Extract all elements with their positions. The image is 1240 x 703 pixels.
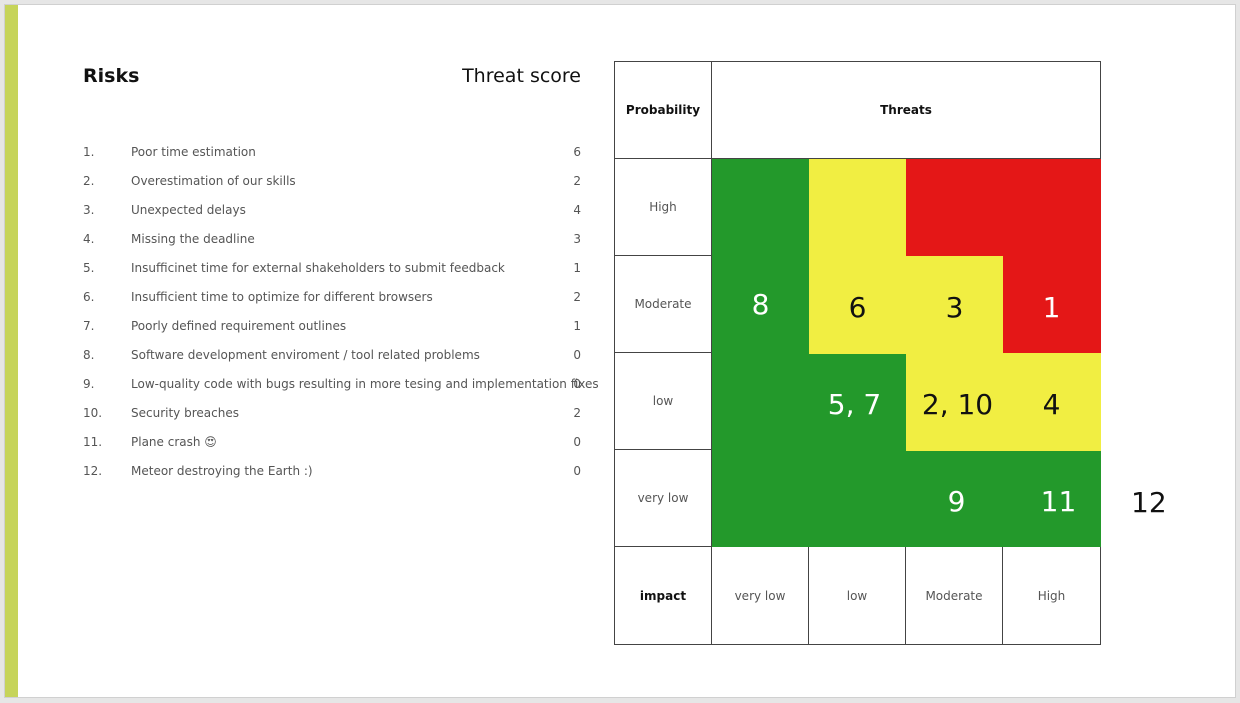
- cell-number: 11: [1040, 485, 1077, 518]
- risks-heading: Risks: [83, 65, 140, 87]
- risk-label: Software development enviroment / tool r…: [131, 348, 480, 362]
- cell-number: 9: [947, 485, 966, 518]
- risk-number: 3.: [83, 203, 95, 217]
- risk-score: 2: [573, 290, 581, 304]
- cell-number: 8: [751, 288, 770, 321]
- risk-label: Overestimation of our skills: [131, 174, 296, 188]
- risk-label: Poorly defined requirement outlines: [131, 319, 347, 333]
- risk-number: 5.: [83, 261, 95, 275]
- risk-label: Poor time estimation: [131, 145, 256, 159]
- risk-number: 2.: [83, 174, 95, 188]
- slide: Risks Threat score 1. Poor time estimati…: [4, 4, 1236, 698]
- probability-very-low: very low: [614, 449, 712, 547]
- risk-label: Missing the deadline: [131, 232, 255, 246]
- risk-row: 9. Low-quality code with bugs resulting …: [83, 377, 599, 397]
- risk-score: 2: [573, 406, 581, 420]
- risk-number: 7.: [83, 319, 95, 333]
- risk-score: 0: [573, 435, 581, 449]
- cell-number: 1: [1042, 291, 1061, 324]
- risk-score: 1: [573, 261, 581, 275]
- risk-score: 0: [573, 464, 581, 478]
- impact-header: impact: [614, 546, 712, 645]
- impact-low: low: [808, 546, 906, 645]
- red-zone: [906, 159, 1101, 256]
- threat-score-heading: Threat score: [462, 65, 581, 87]
- risk-score: 1: [573, 319, 581, 333]
- risk-score: 2: [573, 174, 581, 188]
- probability-moderate: Moderate: [614, 255, 712, 353]
- risk-row: 4. Missing the deadline 3: [83, 232, 583, 252]
- risk-number: 1.: [83, 145, 95, 159]
- risk-matrix: Probability Threats High Moderate low ve…: [614, 61, 1101, 645]
- risk-number: 9.: [83, 377, 95, 391]
- cell-number: 6: [848, 291, 867, 324]
- risk-row: 11. Plane crash 😍 0: [83, 435, 583, 455]
- risk-number: 4.: [83, 232, 95, 246]
- risk-label: Meteor destroying the Earth :): [131, 464, 313, 478]
- risk-row: 12. Meteor destroying the Earth :) 0: [83, 464, 583, 484]
- risk-number: 11.: [83, 435, 103, 449]
- risk-score: 4: [573, 203, 581, 217]
- risk-number: 6.: [83, 290, 95, 304]
- risk-row: 10. Security breaches 2: [83, 406, 583, 426]
- risk-row: 2. Overestimation of our skills 2: [83, 174, 583, 194]
- risk-number: 12.: [83, 464, 103, 478]
- threats-header: Threats: [711, 61, 1101, 159]
- outside-risk-number: 12: [1131, 486, 1167, 519]
- risk-score: 6: [573, 145, 581, 159]
- probability-high: High: [614, 158, 712, 256]
- impact-very-low: very low: [711, 546, 809, 645]
- risk-label: Unexpected delays: [131, 203, 246, 217]
- cell-number: 4: [1042, 388, 1061, 421]
- risk-label: Insufficinet time for external shakehold…: [131, 261, 505, 275]
- cell-number: 3: [945, 291, 964, 324]
- risk-label: Security breaches: [131, 406, 239, 420]
- cell-number: 5, 7: [827, 388, 882, 421]
- accent-bar: [5, 5, 18, 697]
- impact-high: High: [1002, 546, 1101, 645]
- risk-row: 3. Unexpected delays 4: [83, 203, 583, 223]
- risk-row: 8. Software development enviroment / too…: [83, 348, 583, 368]
- risk-label: Plane crash 😍: [131, 435, 217, 449]
- risk-label: Low-quality code with bugs resulting in …: [131, 377, 599, 391]
- impact-moderate: Moderate: [905, 546, 1003, 645]
- probability-low: low: [614, 352, 712, 450]
- risk-number: 8.: [83, 348, 95, 362]
- risk-label: Insufficient time to optimize for differ…: [131, 290, 433, 304]
- risk-number: 10.: [83, 406, 103, 420]
- risk-row: 6. Insufficient time to optimize for dif…: [83, 290, 583, 310]
- risk-score: 0: [573, 348, 581, 362]
- cell-number: 2, 10: [921, 388, 994, 421]
- risk-score: 0: [573, 377, 581, 391]
- risk-score: 3: [573, 232, 581, 246]
- risk-row: 1. Poor time estimation 6: [83, 145, 583, 165]
- probability-header: Probability: [614, 61, 712, 159]
- risk-row: 7. Poorly defined requirement outlines 1: [83, 319, 583, 339]
- risk-row: 5. Insufficinet time for external shakeh…: [83, 261, 583, 281]
